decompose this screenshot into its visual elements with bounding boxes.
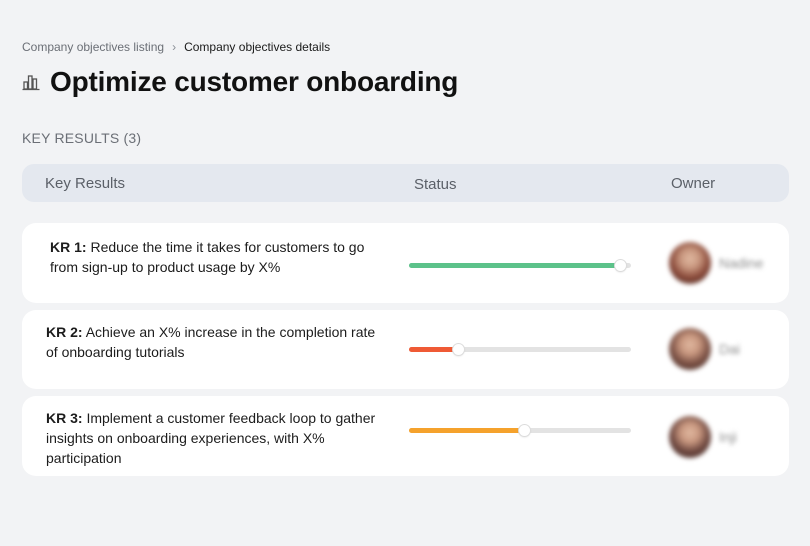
owner-name: Dai (719, 341, 741, 357)
key-result-description: Reduce the time it takes for customers t… (50, 239, 365, 275)
status-progress-fill (409, 347, 458, 352)
key-result-text: KR 3: Implement a customer feedback loop… (46, 408, 391, 468)
chart-building-icon (22, 73, 40, 91)
avatar (669, 416, 711, 458)
status-progress-fill (409, 428, 525, 433)
key-result-prefix: KR 2: (46, 324, 83, 340)
column-header-key-results: Key Results (45, 175, 126, 192)
status-progress-fill (409, 263, 620, 268)
page-title: Optimize customer onboarding (50, 66, 459, 97)
page-header: Optimize customer onboarding (22, 66, 458, 98)
table-header: Key Results Status Owner (22, 164, 789, 202)
status-progress-handle[interactable] (519, 425, 531, 436)
key-result-text: KR 1: Reduce the time it takes for custo… (50, 237, 380, 277)
owner-cell[interactable]: Inji (669, 416, 737, 458)
table-row[interactable]: KR 1: Reduce the time it takes for custo… (22, 223, 789, 303)
status-progress-bar (409, 260, 631, 271)
status-progress-handle[interactable] (452, 344, 464, 355)
owner-name: Nadine (719, 255, 764, 271)
breadcrumb-current: Company objectives details (184, 40, 331, 54)
column-header-status: Status (414, 176, 457, 193)
table-row[interactable]: KR 3: Implement a customer feedback loop… (22, 396, 789, 476)
key-results-count-label: KEY RESULTS (3) (22, 130, 142, 146)
breadcrumb-chevron-icon: › (172, 40, 177, 54)
owner-name: Inji (719, 429, 737, 445)
avatar (669, 242, 711, 284)
status-progress-handle[interactable] (614, 260, 626, 271)
status-progress-bar (409, 344, 631, 355)
key-result-prefix: KR 1: (50, 239, 87, 255)
avatar (669, 328, 711, 370)
key-result-text: KR 2: Achieve an X% increase in the comp… (46, 322, 376, 362)
breadcrumb: Company objectives listing › Company obj… (22, 40, 330, 54)
column-header-owner: Owner (671, 175, 716, 192)
key-result-description: Achieve an X% increase in the completion… (46, 324, 376, 360)
status-progress-bar (409, 425, 631, 436)
breadcrumb-parent-link[interactable]: Company objectives listing (22, 40, 164, 54)
key-result-prefix: KR 3: (46, 410, 83, 426)
key-result-description: Implement a customer feedback loop to ga… (46, 410, 376, 466)
table-row[interactable]: KR 2: Achieve an X% increase in the comp… (22, 310, 789, 389)
owner-cell[interactable]: Dai (669, 328, 740, 370)
owner-cell[interactable]: Nadine (669, 242, 763, 284)
